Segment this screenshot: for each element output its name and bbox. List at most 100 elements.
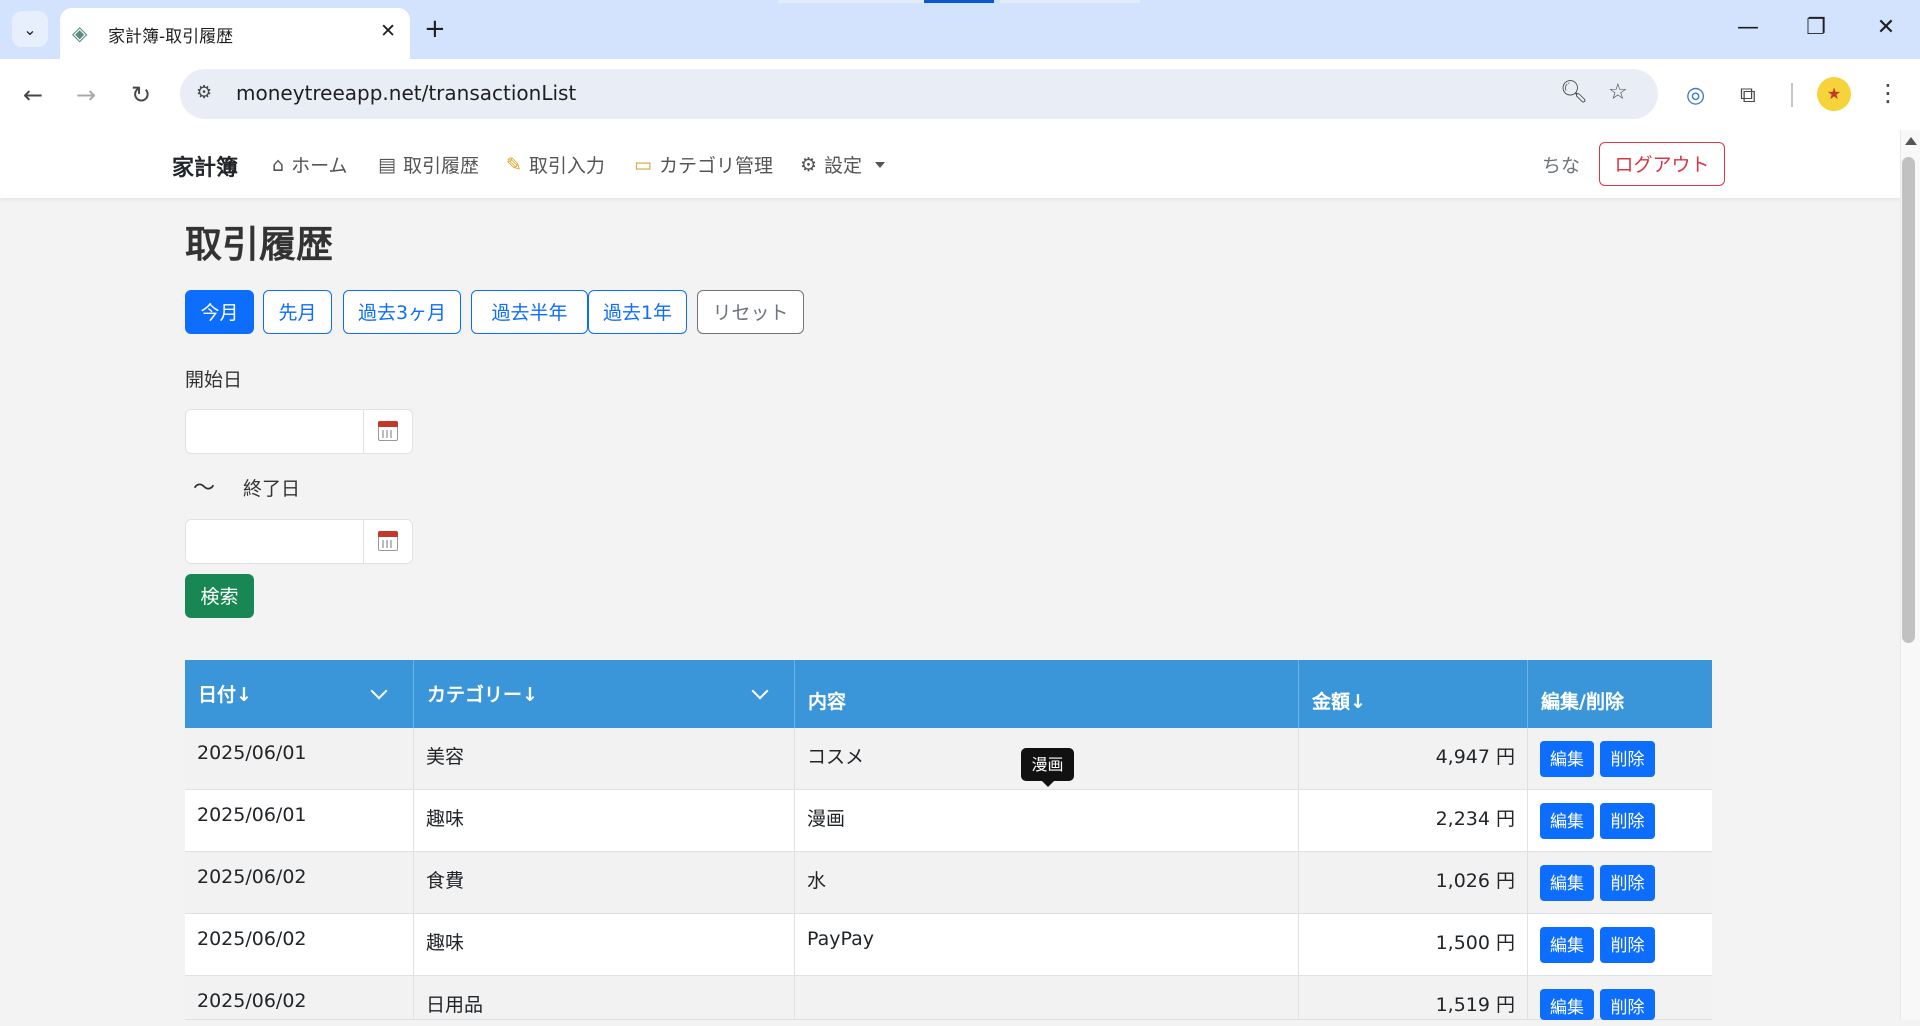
cell-date: 2025/06/01 — [185, 728, 414, 790]
zoom-icon[interactable]: 🔍︎ — [1560, 80, 1588, 105]
cell-text: 2025/06/01 — [197, 742, 307, 764]
start-date-input[interactable] — [186, 410, 364, 453]
toolbar-divider — [1791, 83, 1793, 107]
cell-amount: 1,026 円 — [1299, 852, 1528, 914]
range-separator: 〜 — [193, 476, 216, 501]
chevron-down-icon[interactable] — [751, 682, 769, 700]
edit-button[interactable]: 編集 — [1540, 741, 1594, 777]
browser-toolbar: ← → ↻ ⚙ moneytreeapp.net/transactionList… — [0, 59, 1920, 131]
tab-search-icon[interactable]: ⌄ — [12, 11, 48, 47]
delete-button[interactable]: 削除 — [1600, 865, 1655, 901]
edit-button[interactable]: 編集 — [1540, 927, 1594, 963]
cell-text: 1,500 円 — [1435, 932, 1515, 954]
cell-text: コスメ — [807, 746, 865, 768]
cell-amount: 1,500 円 — [1299, 914, 1528, 976]
start-date-picker-button[interactable] — [363, 410, 412, 453]
cell-actions: 編集 削除 — [1528, 728, 1712, 790]
delete-button[interactable]: 削除 — [1600, 803, 1655, 839]
end-date-input[interactable] — [186, 520, 364, 563]
filter-half-year-button[interactable]: 過去半年 — [471, 290, 588, 334]
logout-button[interactable]: ログアウト — [1599, 142, 1725, 186]
browser-tab[interactable]: ◈ 家計簿-取引履歴 ✕ — [60, 8, 410, 59]
header-label: カテゴリー↓ — [427, 684, 538, 706]
tab-strip-indicator — [1000, 0, 1140, 3]
url-text[interactable]: moneytreeapp.net/transactionList — [236, 81, 576, 105]
delete-button[interactable]: 削除 — [1600, 927, 1655, 963]
nav-label: 設定 — [824, 155, 863, 177]
cell-text: 漫画 — [807, 808, 846, 830]
end-date-label: 終了日 — [243, 478, 301, 500]
close-window-icon[interactable]: ✕ — [1866, 13, 1906, 43]
edit-button[interactable]: 編集 — [1540, 865, 1594, 901]
delete-button[interactable]: 削除 — [1600, 741, 1655, 777]
start-date-field — [185, 409, 413, 454]
nav-label: カテゴリ管理 — [658, 155, 773, 177]
filter-this-month-button[interactable]: 今月 — [185, 290, 254, 334]
scrollbar-thumb[interactable] — [1902, 157, 1915, 643]
scroll-up-icon[interactable] — [1905, 137, 1917, 145]
nav-transactions[interactable]: ▤ 取引履歴 — [378, 151, 479, 178]
menu-icon[interactable]: ⋮ — [1876, 79, 1900, 107]
cell-category: 食費 — [414, 852, 795, 914]
gear-icon: ⚙ — [800, 153, 818, 176]
nav-category[interactable]: ▭ カテゴリ管理 — [634, 151, 773, 178]
cell-text: 1,519 円 — [1435, 994, 1515, 1016]
minimize-icon[interactable]: — — [1728, 13, 1768, 43]
extension-icon[interactable]: ◎ — [1686, 83, 1705, 108]
restore-icon[interactable]: ❐ — [1796, 13, 1836, 43]
cell-text: 2025/06/02 — [197, 990, 307, 1012]
cell-amount: 2,234 円 — [1299, 790, 1528, 852]
nav-label: ホーム — [291, 155, 348, 177]
home-icon: ⌂ — [272, 153, 285, 176]
profile-icon[interactable]: ★ — [1817, 77, 1851, 111]
delete-button[interactable]: 削除 — [1600, 989, 1655, 1020]
close-icon[interactable]: ✕ — [380, 20, 396, 42]
chevron-down-icon[interactable] — [370, 682, 388, 700]
table-row: 2025/06/02 趣味 PayPay 1,500 円 編集 削除 — [185, 914, 1712, 976]
cell-text: 美容 — [426, 746, 465, 768]
reset-button[interactable]: リセット — [697, 290, 804, 334]
header-date[interactable]: 日付↓ — [185, 660, 414, 728]
puzzle-icon[interactable]: ⧉ — [1740, 83, 1756, 108]
search-button[interactable]: 検索 — [185, 574, 254, 618]
table-row: 2025/06/01 美容 コスメ 4,947 円 編集 削除 — [185, 728, 1712, 790]
edit-button[interactable]: 編集 — [1540, 989, 1594, 1020]
nav-home[interactable]: ⌂ ホーム — [272, 151, 348, 178]
table-row: 2025/06/02 食費 水 1,026 円 編集 削除 — [185, 852, 1712, 914]
filter-last-month-button[interactable]: 先月 — [263, 290, 332, 334]
back-icon[interactable]: ← — [15, 77, 51, 113]
filter-3-months-button[interactable]: 過去3ヶ月 — [343, 290, 461, 334]
brand[interactable]: 家計簿 — [172, 150, 238, 182]
cell-text: 趣味 — [426, 932, 465, 954]
calendar-icon — [378, 531, 398, 551]
cell-text: 2,234 円 — [1435, 808, 1515, 830]
cell-text: 2025/06/02 — [197, 866, 307, 888]
forward-icon[interactable]: → — [68, 77, 104, 113]
cell-amount: 1,519 円 — [1299, 976, 1528, 1020]
header-label: 内容 — [808, 691, 847, 713]
cell-date: 2025/06/02 — [185, 914, 414, 976]
reload-icon[interactable]: ↻ — [123, 77, 159, 113]
cell-text: PayPay — [807, 928, 874, 950]
address-bar[interactable]: ⚙ moneytreeapp.net/transactionList 🔍︎ ☆ — [180, 69, 1658, 119]
cell-text: 食費 — [426, 870, 465, 892]
cell-category: 日用品 — [414, 976, 795, 1020]
nav-input[interactable]: ✎ 取引入力 — [506, 151, 605, 178]
end-date-field — [185, 519, 413, 564]
header-category[interactable]: カテゴリー↓ — [414, 660, 795, 728]
star-icon[interactable]: ☆ — [1608, 80, 1628, 105]
cell-date: 2025/06/02 — [185, 852, 414, 914]
header-amount[interactable]: 金額↓ — [1299, 660, 1528, 728]
tab-title: 家計簿-取引履歴 — [108, 27, 234, 47]
edit-button[interactable]: 編集 — [1540, 803, 1594, 839]
plus-icon[interactable]: + — [424, 14, 446, 44]
cell-category: 美容 — [414, 728, 795, 790]
end-date-picker-button[interactable] — [363, 520, 412, 563]
filter-1-year-button[interactable]: 過去1年 — [588, 290, 687, 334]
site-info-icon[interactable]: ⚙ — [196, 82, 212, 103]
app-navbar: 家計簿 ⌂ ホーム ▤ 取引履歴 ✎ 取引入力 ▭ カテゴリ管理 ⚙ 設定 ちな… — [0, 130, 1900, 198]
cell-text: 4,947 円 — [1435, 746, 1515, 768]
nav-settings[interactable]: ⚙ 設定 — [800, 151, 886, 178]
cell-content — [795, 976, 1299, 1020]
cell-text: 趣味 — [426, 808, 465, 830]
